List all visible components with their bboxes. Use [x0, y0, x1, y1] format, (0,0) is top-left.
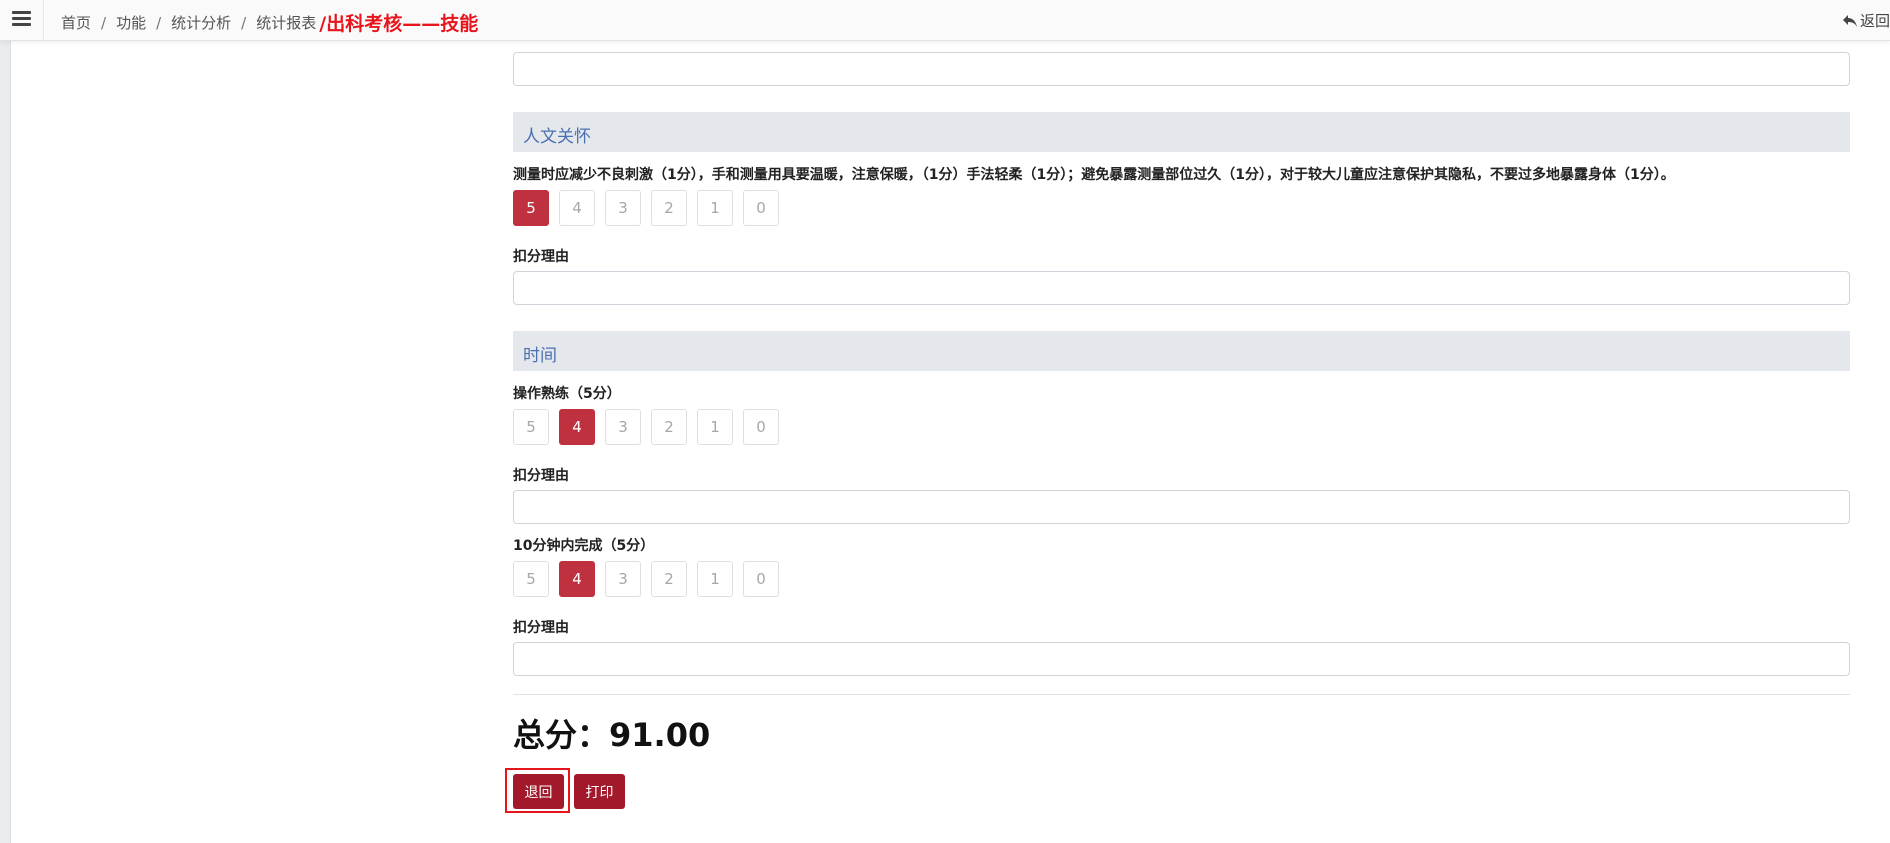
reason-input-proficiency[interactable] — [513, 490, 1850, 524]
score-option-3[interactable]: 3 — [605, 190, 641, 226]
topbar-divider — [43, 0, 44, 40]
score-option-3[interactable]: 3 — [605, 561, 641, 597]
score-option-4[interactable]: 4 — [559, 409, 595, 445]
score-option-5[interactable]: 5 — [513, 561, 549, 597]
total-score: 总分：91.00 — [513, 710, 710, 756]
breadcrumb-separator: / — [241, 13, 247, 32]
score-option-1[interactable]: 1 — [697, 561, 733, 597]
left-sidebar-strip — [0, 0, 11, 843]
total-label: 总分： — [513, 716, 610, 754]
section-title: 人文关怀 — [523, 127, 591, 147]
score-option-2[interactable]: 2 — [651, 561, 687, 597]
reason-input-ten-minutes[interactable] — [513, 642, 1850, 676]
score-option-0[interactable]: 0 — [743, 409, 779, 445]
criterion-humanistic: 测量时应减少不良刺激（1分），手和测量用具要温暖，注意保暖，（1分）手法轻柔（1… — [513, 167, 1675, 183]
divider — [513, 694, 1850, 695]
section-header-time: 时间 — [513, 331, 1850, 371]
top-return-link[interactable]: 返回 — [1842, 10, 1890, 31]
score-option-5[interactable]: 5 — [513, 190, 549, 226]
back-button[interactable]: 退回 — [513, 774, 564, 809]
breadcrumb-annotation: /出科考核——技能 — [319, 13, 479, 35]
score-option-3[interactable]: 3 — [605, 409, 641, 445]
previous-reason-input[interactable] — [513, 52, 1850, 86]
breadcrumb-report[interactable]: 统计报表 — [256, 12, 316, 33]
score-option-5[interactable]: 5 — [513, 409, 549, 445]
score-option-1[interactable]: 1 — [697, 409, 733, 445]
menu-icon[interactable] — [12, 9, 34, 29]
score-options-ten-minutes: 5 4 3 2 1 0 — [513, 561, 789, 597]
score-options-humanistic: 5 4 3 2 1 0 — [513, 190, 789, 226]
score-option-4[interactable]: 4 — [559, 561, 595, 597]
reason-input-humanistic[interactable] — [513, 271, 1850, 305]
top-return-label: 返回 — [1859, 12, 1890, 30]
criterion-ten-minutes: 10分钟内完成（5分） — [513, 538, 655, 554]
print-button[interactable]: 打印 — [574, 774, 625, 809]
criterion-proficiency: 操作熟练（5分） — [513, 386, 621, 402]
score-option-2[interactable]: 2 — [651, 409, 687, 445]
breadcrumb-separator: / — [101, 13, 107, 32]
breadcrumb-separator: / — [156, 13, 162, 32]
score-option-0[interactable]: 0 — [743, 561, 779, 597]
reason-label: 扣分理由 — [513, 620, 569, 636]
score-option-2[interactable]: 2 — [651, 190, 687, 226]
reason-label: 扣分理由 — [513, 249, 569, 265]
breadcrumb-statistics[interactable]: 统计分析 — [171, 12, 231, 33]
breadcrumb-function[interactable]: 功能 — [116, 12, 146, 33]
breadcrumb: 首页 / 功能 / 统计分析 / 统计报表 /出科考核——技能 — [61, 9, 478, 36]
score-option-0[interactable]: 0 — [743, 190, 779, 226]
breadcrumb-home[interactable]: 首页 — [61, 12, 91, 33]
section-title: 时间 — [523, 346, 557, 366]
score-option-1[interactable]: 1 — [697, 190, 733, 226]
section-header-humanistic: 人文关怀 — [513, 112, 1850, 152]
reply-arrow-icon — [1842, 14, 1857, 27]
reason-label: 扣分理由 — [513, 468, 569, 484]
score-options-proficiency: 5 4 3 2 1 0 — [513, 409, 789, 445]
top-bar: 首页 / 功能 / 统计分析 / 统计报表 /出科考核——技能 返回 — [0, 0, 1890, 41]
score-option-4[interactable]: 4 — [559, 190, 595, 226]
total-value: 91.00 — [609, 716, 711, 754]
